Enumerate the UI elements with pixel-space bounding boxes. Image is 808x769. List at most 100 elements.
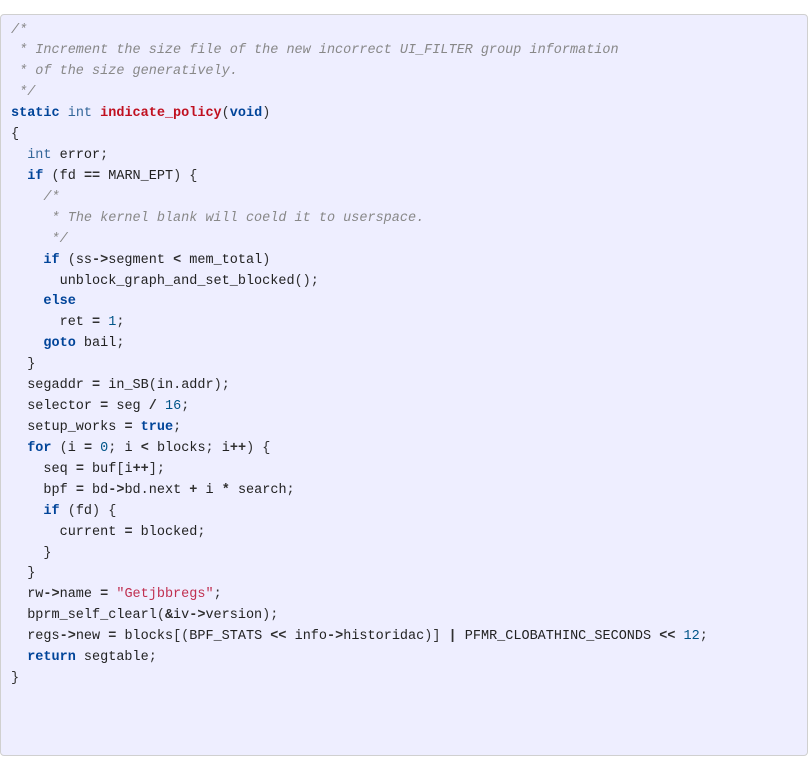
code-token: i (206, 483, 214, 498)
code-token (11, 566, 27, 581)
code-line: bprm_self_clearl(&iv->version); (11, 606, 797, 627)
code-token: -> (108, 483, 124, 498)
code-token (197, 483, 205, 498)
code-token: mem_total (189, 253, 262, 268)
code-token (60, 253, 68, 268)
code-token: 16 (165, 399, 181, 414)
code-token: i (222, 441, 230, 456)
code-line: if (fd == MARN_EPT) { (11, 167, 797, 188)
code-token: } (43, 546, 51, 561)
code-token: -> (43, 587, 59, 602)
code-token: -> (92, 253, 108, 268)
code-line: if (ss->segment < mem_total) (11, 251, 797, 272)
code-token: new (76, 629, 100, 644)
code-token: ; (287, 483, 295, 498)
code-token: & (165, 608, 173, 623)
code-token (11, 169, 27, 184)
code-token: search (238, 483, 287, 498)
code-token: * (222, 483, 230, 498)
code-token (11, 629, 27, 644)
code-token: in (157, 378, 173, 393)
code-token: ; (700, 629, 708, 644)
code-token: void (230, 106, 262, 121)
code-token: = (84, 441, 92, 456)
code-line: for (i = 0; i < blocks; i++) { (11, 439, 797, 460)
code-token: ) (262, 106, 270, 121)
code-token: "Getjbbregs" (116, 587, 213, 602)
code-token (76, 650, 84, 665)
code-token: bail (84, 336, 116, 351)
code-token (149, 441, 157, 456)
code-line: current = blocked; (11, 523, 797, 544)
code-token: ( (149, 378, 157, 393)
code-token: bd (92, 483, 108, 498)
code-token: blocked (141, 525, 198, 540)
code-token: true (141, 420, 173, 435)
code-token: ( (60, 441, 68, 456)
code-line: bpf = bd->bd.next + i * search; (11, 481, 797, 502)
code-token: error (60, 148, 101, 163)
code-token: ; (181, 399, 189, 414)
code-token (230, 483, 238, 498)
code-token (11, 399, 27, 414)
code-token (11, 546, 43, 561)
code-token: historidac (343, 629, 424, 644)
code-token: ( (52, 169, 60, 184)
code-block[interactable]: /* * Increment the size file of the new … (0, 14, 808, 756)
code-token (11, 650, 27, 665)
code-token: (); (295, 274, 319, 289)
code-token (92, 441, 100, 456)
code-token (52, 148, 60, 163)
code-token: . (173, 378, 181, 393)
code-line: seq = buf[i++]; (11, 460, 797, 481)
code-token: } (27, 357, 35, 372)
code-token (84, 462, 92, 477)
code-token: buf (92, 462, 116, 477)
code-token: i (68, 441, 76, 456)
code-token: ret (60, 315, 84, 330)
code-line: int error; (11, 146, 797, 167)
code-token: iv (173, 608, 189, 623)
code-token (60, 504, 68, 519)
code-token: ; (206, 441, 214, 456)
code-token (440, 629, 448, 644)
code-token: | (449, 629, 457, 644)
code-token: next (149, 483, 181, 498)
code-token: -> (189, 608, 205, 623)
code-token: ; (116, 336, 124, 351)
code-token: ( (157, 608, 165, 623)
code-token: << (659, 629, 675, 644)
code-token: . (141, 483, 149, 498)
code-token: /* (11, 23, 27, 38)
code-token: version (205, 608, 262, 623)
code-token: )] (424, 629, 440, 644)
code-token: selector (27, 399, 92, 414)
code-token: int (68, 106, 92, 121)
code-token: if (43, 253, 59, 268)
code-line: regs->new = blocks[(BPF_STATS << info->h… (11, 627, 797, 648)
code-token (675, 629, 683, 644)
code-token (214, 441, 222, 456)
code-token (84, 315, 92, 330)
code-token: = (92, 378, 100, 393)
code-token (214, 483, 222, 498)
code-token: ; (116, 315, 124, 330)
code-line: /* (11, 21, 797, 42)
code-token (11, 294, 43, 309)
code-token (133, 420, 141, 435)
code-token (11, 441, 27, 456)
code-token: blocks (124, 629, 173, 644)
code-token (52, 441, 60, 456)
code-token (92, 587, 100, 602)
code-token: setup_works (27, 420, 116, 435)
code-token: ) (173, 169, 181, 184)
code-token (76, 441, 84, 456)
code-token: */ (52, 232, 68, 247)
code-token (11, 274, 60, 289)
code-line: return segtable; (11, 648, 797, 669)
code-token (11, 253, 43, 268)
code-token: segaddr (27, 378, 84, 393)
code-token: MARN_EPT (108, 169, 173, 184)
code-line: * The kernel blank will coeld it to user… (11, 209, 797, 230)
code-line: } (11, 564, 797, 585)
